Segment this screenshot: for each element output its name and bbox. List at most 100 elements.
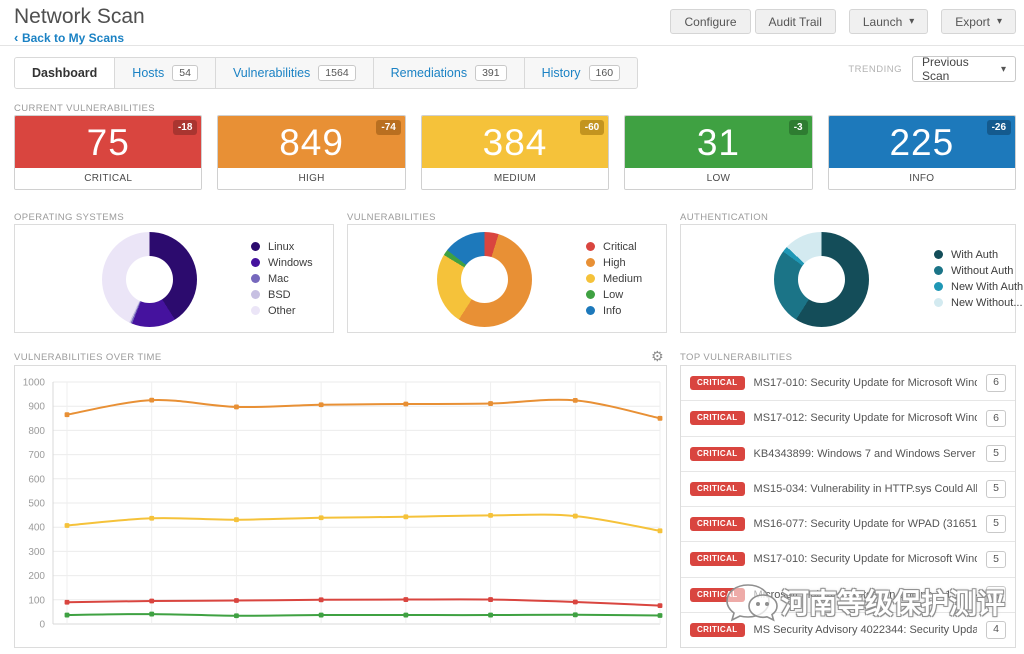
- trending-label: TRENDING: [848, 63, 902, 75]
- tab-count-badge: 54: [172, 64, 198, 82]
- card-label: CRITICAL: [15, 168, 202, 189]
- vulnerability-count-badge: 6: [986, 374, 1006, 392]
- card-value: 31: [696, 121, 740, 163]
- legend-dot-icon: [586, 274, 595, 283]
- legend-label: New Without...: [951, 296, 1023, 309]
- vulnerability-count-badge: 5: [986, 515, 1006, 533]
- current-vulnerabilities-cards: 75 -18 CRITICAL 849 -74 HIGH 384 -60 MED…: [14, 115, 1017, 190]
- vulnerability-title: MS17-010: Security Update for Microsoft …: [753, 377, 978, 390]
- section-label-operating-systems: OPERATING SYSTEMS: [14, 212, 125, 223]
- legend-label: New With Auth: [951, 280, 1024, 293]
- back-to-my-scans-link[interactable]: Back to My Scans: [14, 30, 124, 45]
- legend-item: Low: [586, 287, 642, 303]
- legend-item: Without Auth: [934, 263, 1023, 279]
- vulnerabilities-donut-chart: [437, 232, 532, 327]
- top-vulnerability-row[interactable]: CRITICAL MS Security Advisory 4022344: Se…: [681, 613, 1015, 647]
- tab-count-badge: 160: [588, 64, 621, 82]
- gear-icon[interactable]: [651, 348, 664, 365]
- tab-history[interactable]: History 160: [525, 58, 637, 88]
- section-label-top-vulnerabilities: TOP VULNERABILITIES: [680, 352, 793, 363]
- severity-badge: CRITICAL: [690, 376, 745, 391]
- legend-label: Without Auth: [951, 264, 1014, 277]
- trending-control: TRENDING Previous Scan: [848, 55, 1016, 83]
- legend-label: Linux: [268, 240, 295, 253]
- legend-dot-icon: [586, 258, 595, 267]
- vulnerability-count-badge: 5: [986, 444, 1006, 463]
- page-title: Network Scan: [14, 5, 145, 28]
- legend-dot-icon: [586, 290, 595, 299]
- header-divider: [0, 45, 1024, 46]
- operating-systems-panel: Linux Windows Mac BSD Other: [14, 224, 334, 333]
- vulnerabilities-panel: Critical High Medium Low Info: [347, 224, 667, 333]
- legend-dot-icon: [934, 282, 943, 291]
- legend-item: New With Auth: [934, 279, 1023, 295]
- tab-remediations[interactable]: Remediations 391: [374, 58, 525, 88]
- svg-text:500: 500: [28, 499, 45, 510]
- svg-text:300: 300: [28, 547, 45, 558]
- series-low: [66, 613, 661, 617]
- export-button[interactable]: Export: [941, 9, 1016, 34]
- tab-vulnerabilities[interactable]: Vulnerabilities 1564: [216, 58, 374, 88]
- svg-text:0: 0: [39, 620, 45, 631]
- series-critical: [66, 598, 661, 607]
- series-high: [66, 398, 661, 420]
- header-buttons: Configure Audit Trail Launch Export: [666, 9, 1016, 34]
- vulnerabilities-legend: Critical High Medium Low Info: [586, 225, 642, 332]
- tab-bar: Dashboard Hosts 54 Vulnerabilities 1564 Re…: [14, 57, 639, 89]
- vulnerability-title: MS17-010: Security Update for Microsoft …: [753, 553, 978, 566]
- top-vulnerability-row[interactable]: CRITICAL KB4343899: Windows 7 and Windows…: [681, 437, 1015, 472]
- delta-badge: -3: [788, 120, 808, 135]
- card-medium: 384 -60 MEDIUM: [420, 115, 610, 190]
- donut-hole: [461, 256, 508, 303]
- audit-trail-button[interactable]: Audit Trail: [754, 9, 836, 34]
- tab-count-badge: 391: [475, 64, 507, 82]
- top-vulnerability-row[interactable]: CRITICAL MS17-010: Security Update for Mi…: [681, 366, 1015, 402]
- top-vulnerability-row[interactable]: CRITICAL Microsoft Malware Protection Eng…: [681, 578, 1015, 613]
- top-vulnerability-row[interactable]: CRITICAL MS17-012: Security Update for Mi…: [681, 401, 1015, 437]
- card-label: INFO: [828, 168, 1016, 189]
- svg-text:600: 600: [28, 474, 45, 485]
- legend-item: High: [586, 255, 642, 271]
- legend-item: Other: [251, 303, 313, 319]
- card-critical: 75 -18 CRITICAL: [14, 115, 203, 190]
- card-value: 849: [279, 121, 344, 163]
- top-vulnerability-row[interactable]: CRITICAL MS15-034: Vulnerability in HTTP.…: [681, 472, 1015, 507]
- legend-label: Other: [268, 304, 296, 317]
- legend-item: Medium: [586, 271, 642, 287]
- severity-badge: CRITICAL: [690, 552, 745, 567]
- card-label: LOW: [625, 168, 812, 189]
- tab-dashboard[interactable]: Dashboard: [15, 58, 116, 88]
- legend-item: Critical: [586, 239, 642, 255]
- svg-text:1000: 1000: [23, 378, 46, 389]
- legend-label: Info: [603, 304, 622, 317]
- legend-item: Linux: [251, 239, 313, 255]
- delta-badge: -60: [579, 120, 605, 135]
- tab-hosts[interactable]: Hosts 54: [115, 58, 216, 88]
- vulnerability-title: Microsoft Malware Protection Engine < 1.…: [753, 588, 978, 601]
- svg-text:100: 100: [28, 595, 45, 606]
- top-vulnerability-row[interactable]: CRITICAL MS16-077: Security Update for WP…: [681, 507, 1015, 543]
- legend-label: High: [603, 256, 626, 269]
- legend-label: Mac: [268, 272, 289, 285]
- configure-button[interactable]: Configure: [670, 9, 751, 34]
- vulnerability-title: MS15-034: Vulnerability in HTTP.sys Coul…: [753, 482, 978, 495]
- delta-badge: -26: [986, 120, 1012, 135]
- card-label: HIGH: [218, 168, 405, 189]
- legend-dot-icon: [934, 250, 943, 259]
- svg-text:700: 700: [28, 450, 45, 461]
- legend-dot-icon: [251, 306, 260, 315]
- vulnerability-title: MS Security Advisory 4022344: Security U…: [753, 623, 978, 636]
- svg-text:200: 200: [28, 571, 45, 582]
- tab-count-badge: 1564: [318, 64, 356, 82]
- launch-button[interactable]: Launch: [848, 9, 929, 34]
- legend-item: With Auth: [934, 247, 1023, 263]
- trending-select[interactable]: Previous Scan: [912, 55, 1016, 83]
- card-value: 384: [482, 121, 548, 163]
- authentication-panel: With Auth Without Auth New With Auth New Wi…: [680, 224, 1023, 333]
- section-label-vulnerabilities-over-time: VULNERABILITIES OVER TIME: [14, 352, 162, 363]
- card-low: 31 -3 LOW: [624, 115, 813, 190]
- severity-badge: CRITICAL: [690, 411, 745, 426]
- scan-dashboard: Network Scan Back to My Scans Configure …: [0, 0, 1024, 654]
- legend-dot-icon: [586, 306, 595, 315]
- top-vulnerability-row[interactable]: CRITICAL MS17-010: Security Update for Mi…: [681, 542, 1015, 578]
